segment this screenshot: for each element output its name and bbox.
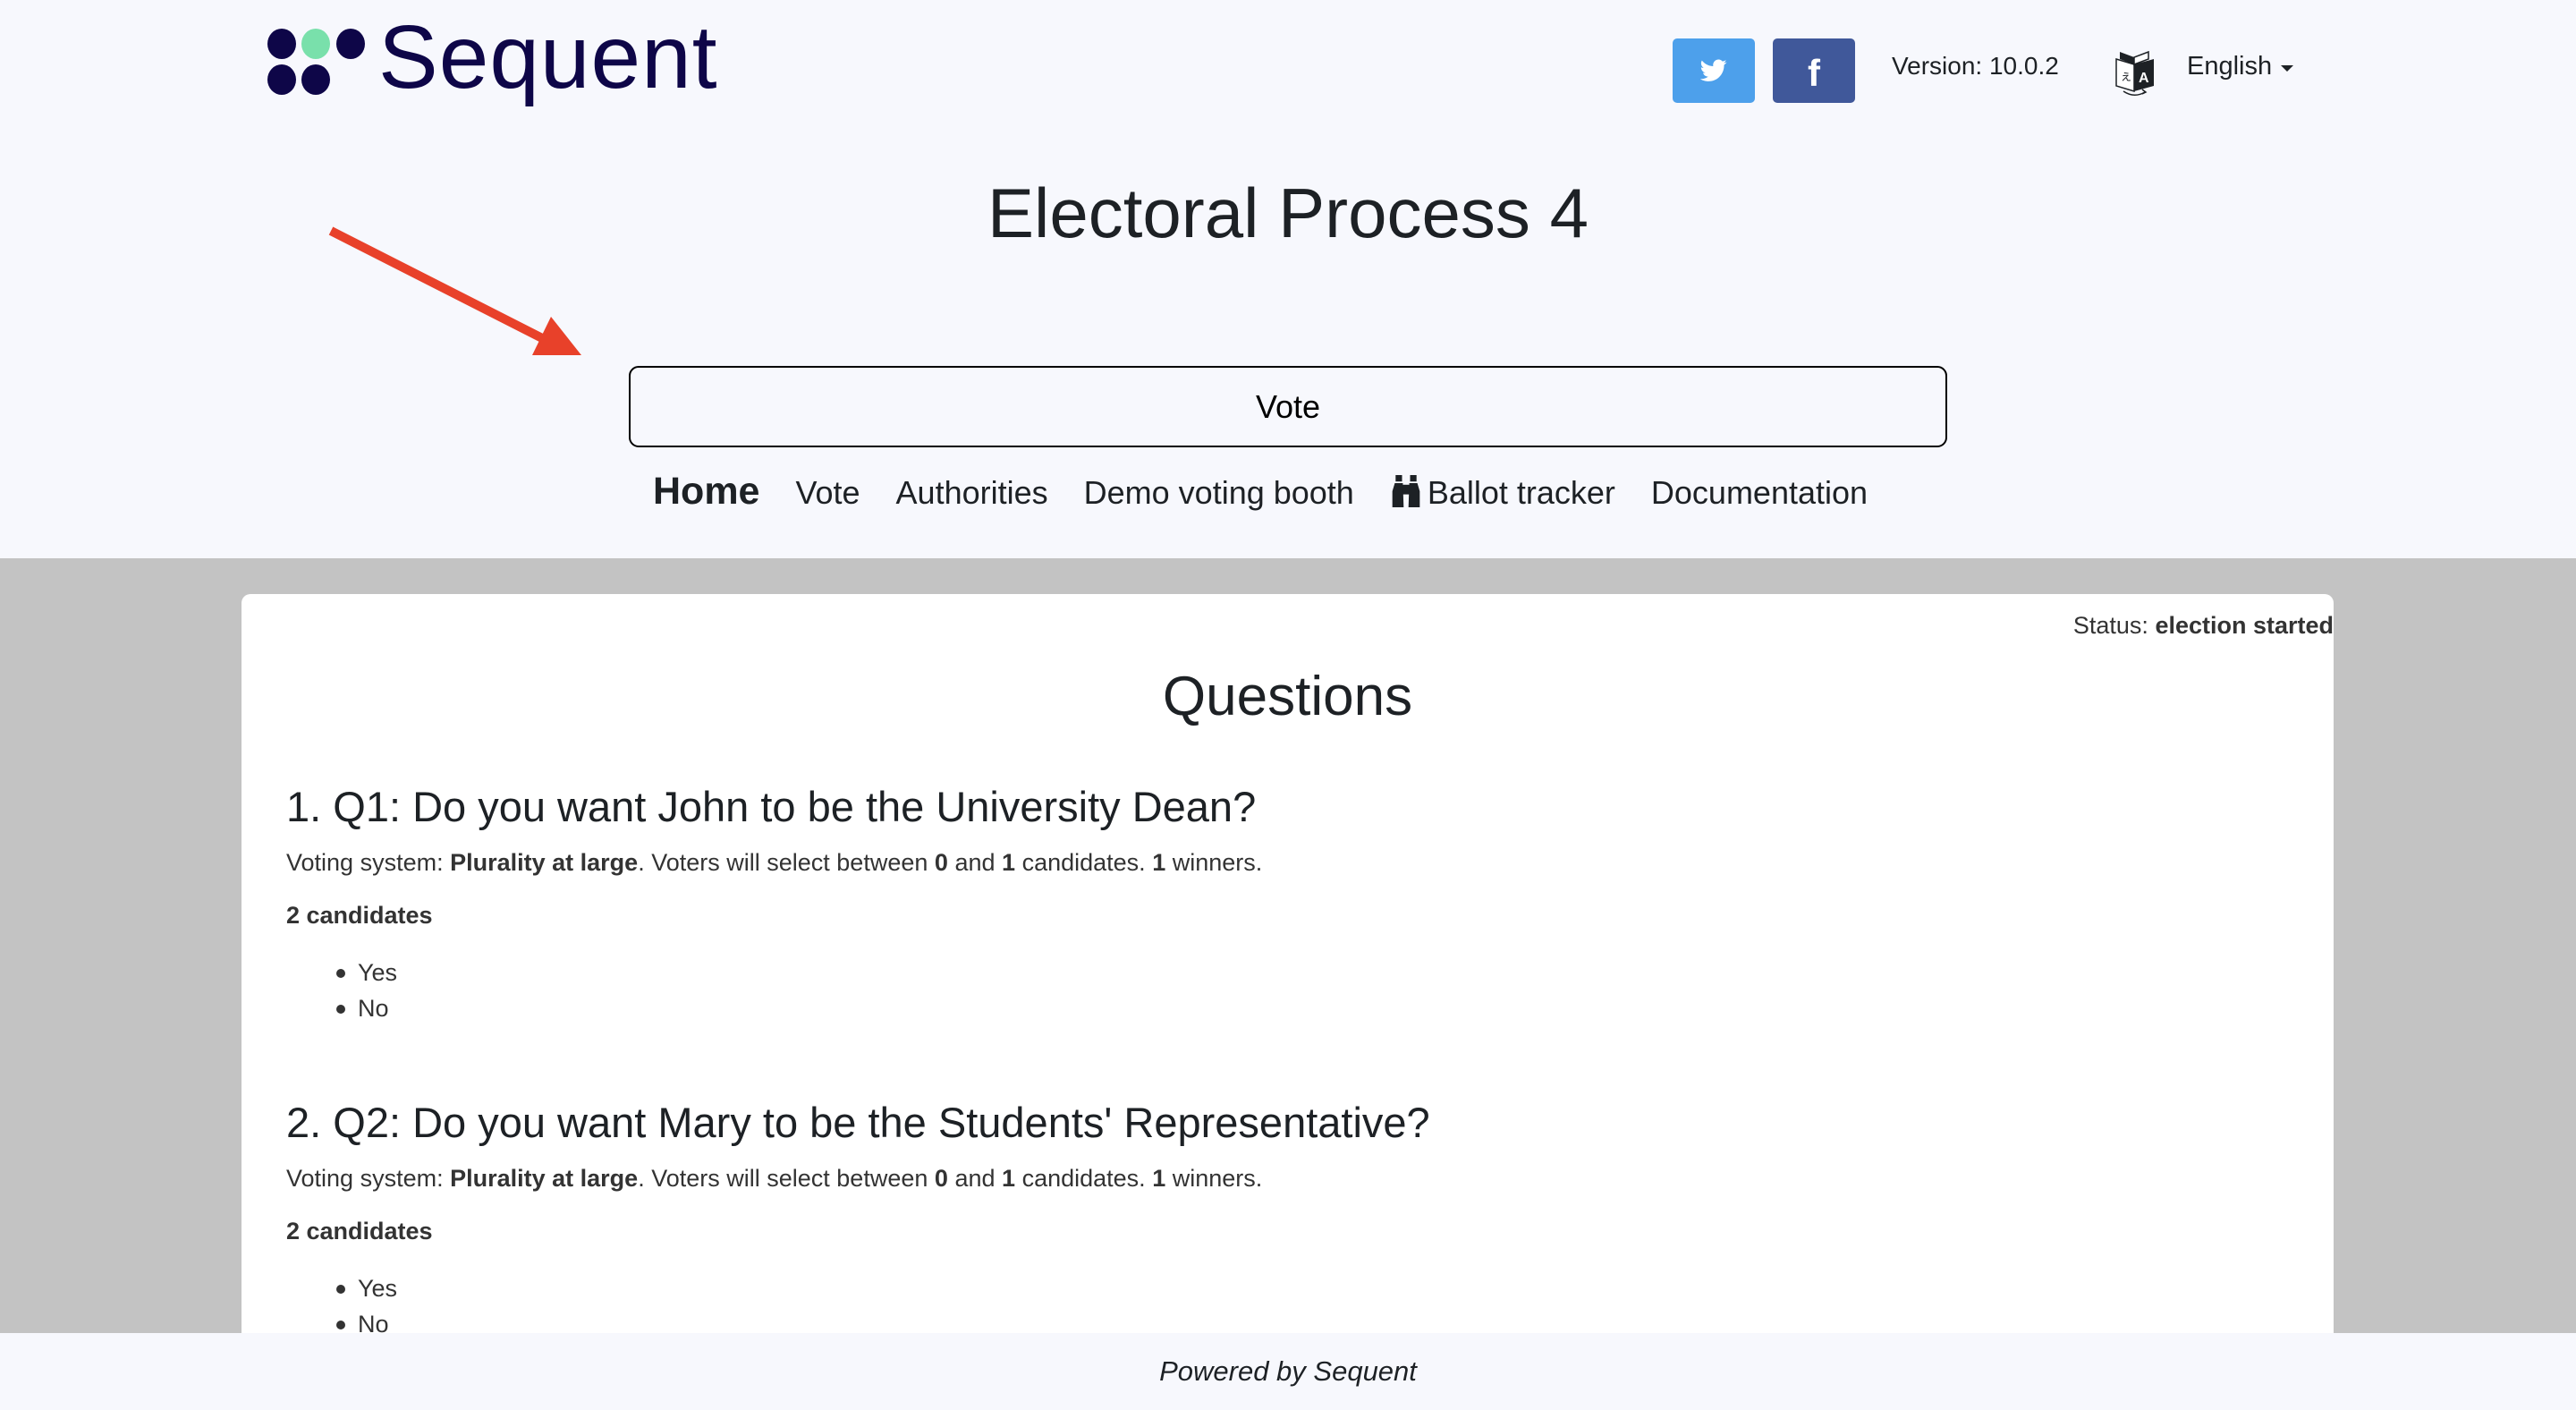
svg-text:ぇ: ぇ — [2120, 70, 2132, 84]
question-item: 1. Q1: Do you want John to be the Univer… — [286, 782, 2254, 1026]
candidate-list: Yes No — [286, 1270, 2254, 1342]
caret-down-icon — [2281, 65, 2294, 72]
annotation-arrow-icon — [328, 226, 581, 355]
status-label: Status: — [2072, 612, 2148, 639]
nav-documentation[interactable]: Documentation — [1651, 474, 1868, 512]
logo-dots-icon — [267, 29, 366, 97]
questions-card: Status: election started Questions 1. Q1… — [242, 594, 2334, 1399]
questions-heading: Questions — [1162, 666, 1413, 727]
candidate-item: No — [286, 990, 2254, 1026]
nav-documentation-label: Documentation — [1650, 474, 1868, 511]
logo-text: Sequent — [378, 7, 718, 107]
question-description: Voting system: Plurality at large. Voter… — [286, 1165, 1263, 1193]
binoculars-icon — [1392, 475, 1420, 507]
candidates-count: 2 candidates — [286, 901, 433, 929]
vote-button[interactable]: Vote — [629, 366, 1947, 447]
nav-home-label: Home — [653, 470, 760, 513]
question-description: Voting system: Plurality at large. Voter… — [286, 849, 1263, 877]
facebook-icon: f — [1808, 52, 1820, 94]
status-value: election started — [2155, 612, 2334, 639]
candidate-list: Yes No — [286, 955, 2254, 1026]
version-label: Version: 10.0.2 — [1892, 52, 2059, 80]
svg-text:A: A — [2139, 71, 2149, 86]
powered-by-link[interactable]: Powered by Sequent — [1159, 1355, 1417, 1388]
question-title: 1. Q1: Do you want John to be the Univer… — [286, 783, 1257, 830]
sequent-logo[interactable]: Sequent — [267, 13, 733, 116]
translate-icon[interactable]: ぇ A — [2114, 50, 2157, 97]
nav-ballot-tracker[interactable]: Ballot tracker — [1390, 471, 1615, 512]
nav-vote[interactable]: Vote — [795, 474, 860, 512]
language-label: English — [2187, 52, 2273, 81]
nav-home[interactable]: Home — [653, 470, 759, 514]
twitter-icon — [1700, 59, 1727, 81]
election-status: Status: election started — [267, 614, 2334, 638]
facebook-share-button[interactable]: f — [1773, 38, 1855, 103]
nav-vote-label: Vote — [795, 474, 860, 511]
nav-ballot-tracker-label: Ballot tracker — [1427, 474, 1615, 511]
candidate-item: Yes — [286, 955, 2254, 990]
question-title: 2. Q2: Do you want Mary to be the Studen… — [286, 1099, 1430, 1146]
twitter-share-button[interactable] — [1673, 38, 1755, 103]
nav-authorities-label: Authorities — [895, 474, 1048, 511]
nav-demo-label: Demo voting booth — [1083, 474, 1354, 511]
candidates-count: 2 candidates — [286, 1217, 433, 1244]
candidate-item: Yes — [286, 1270, 2254, 1306]
language-selector[interactable]: English — [2187, 52, 2294, 81]
footer: Powered by Sequent — [0, 1333, 2576, 1410]
question-item: 2. Q2: Do you want Mary to be the Studen… — [286, 1098, 2254, 1342]
nav-authorities[interactable]: Authorities — [896, 474, 1048, 512]
main-nav: Home Vote Authorities Demo voting booth … — [653, 470, 1868, 523]
nav-demo-voting-booth[interactable]: Demo voting booth — [1084, 474, 1354, 512]
